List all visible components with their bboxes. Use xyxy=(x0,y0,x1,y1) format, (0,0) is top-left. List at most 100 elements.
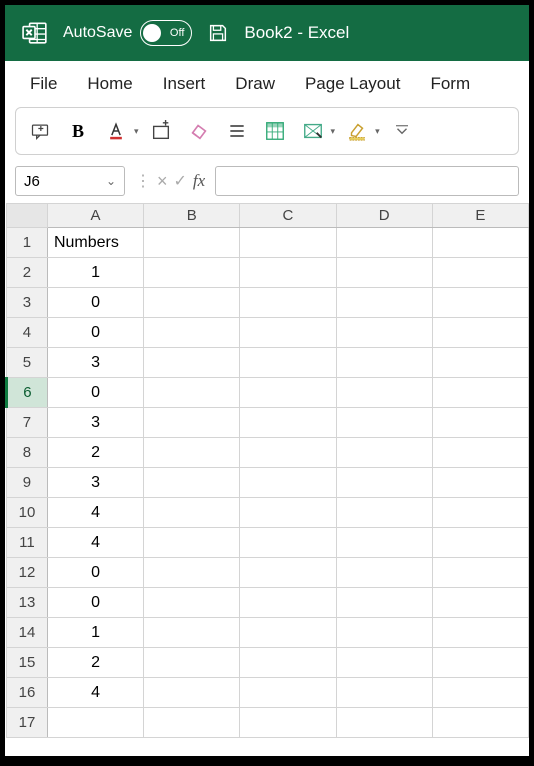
cell[interactable] xyxy=(432,288,528,318)
cell[interactable] xyxy=(240,648,336,678)
cell[interactable] xyxy=(432,348,528,378)
row-header[interactable]: 6 xyxy=(7,378,48,408)
col-header-d[interactable]: D xyxy=(336,204,432,228)
fx-label[interactable]: fx xyxy=(193,171,205,191)
autosave-toggle[interactable]: Off xyxy=(140,20,192,46)
cell[interactable]: 2 xyxy=(47,648,143,678)
cell[interactable] xyxy=(240,258,336,288)
autosave-toggle-group[interactable]: AutoSave Off xyxy=(63,20,192,46)
cell[interactable] xyxy=(336,378,432,408)
cell[interactable] xyxy=(336,318,432,348)
row-header[interactable]: 15 xyxy=(7,648,48,678)
cell[interactable] xyxy=(336,438,432,468)
cell[interactable] xyxy=(240,348,336,378)
select-all-corner[interactable] xyxy=(7,204,48,228)
cell[interactable] xyxy=(336,558,432,588)
cell[interactable]: 0 xyxy=(47,558,143,588)
cell[interactable] xyxy=(144,468,240,498)
cell[interactable] xyxy=(432,708,528,738)
cell[interactable] xyxy=(432,408,528,438)
cell[interactable] xyxy=(144,228,240,258)
row-header[interactable]: 5 xyxy=(7,348,48,378)
cell[interactable] xyxy=(432,588,528,618)
cell[interactable]: 0 xyxy=(47,288,143,318)
cell[interactable] xyxy=(240,588,336,618)
spreadsheet-grid[interactable]: A B C D E 1Numbers2130405360738293104114… xyxy=(5,203,529,756)
col-header-b[interactable]: B xyxy=(144,204,240,228)
menu-home[interactable]: Home xyxy=(72,64,147,104)
cell[interactable] xyxy=(336,618,432,648)
cell-style-button[interactable]: ▾ xyxy=(297,115,336,147)
cell[interactable] xyxy=(144,498,240,528)
formula-input[interactable] xyxy=(215,166,519,196)
cell[interactable]: 0 xyxy=(47,318,143,348)
cell[interactable] xyxy=(432,618,528,648)
cell[interactable] xyxy=(240,468,336,498)
cell[interactable]: 1 xyxy=(47,258,143,288)
cell[interactable] xyxy=(240,318,336,348)
col-header-a[interactable]: A xyxy=(47,204,143,228)
cell[interactable] xyxy=(336,498,432,528)
cell[interactable] xyxy=(240,228,336,258)
cell[interactable]: 0 xyxy=(47,588,143,618)
cell[interactable] xyxy=(144,678,240,708)
col-header-c[interactable]: C xyxy=(240,204,336,228)
cell[interactable] xyxy=(240,498,336,528)
cell[interactable] xyxy=(144,588,240,618)
row-header[interactable]: 11 xyxy=(7,528,48,558)
menu-draw[interactable]: Draw xyxy=(220,64,290,104)
row-header[interactable]: 2 xyxy=(7,258,48,288)
cell[interactable]: 4 xyxy=(47,678,143,708)
cell[interactable] xyxy=(144,558,240,588)
row-header[interactable]: 3 xyxy=(7,288,48,318)
cell[interactable]: 0 xyxy=(47,378,143,408)
cell[interactable] xyxy=(336,468,432,498)
cell[interactable] xyxy=(432,258,528,288)
cell[interactable] xyxy=(336,648,432,678)
chevron-down-icon[interactable]: ⌄ xyxy=(106,174,116,188)
cell[interactable] xyxy=(336,258,432,288)
cell[interactable] xyxy=(432,228,528,258)
row-header[interactable]: 10 xyxy=(7,498,48,528)
align-button[interactable] xyxy=(221,115,253,147)
cell[interactable] xyxy=(336,288,432,318)
row-header[interactable]: 13 xyxy=(7,588,48,618)
cancel-icon[interactable]: × xyxy=(157,171,168,192)
cell[interactable] xyxy=(144,708,240,738)
cell[interactable] xyxy=(432,558,528,588)
row-header[interactable]: 1 xyxy=(7,228,48,258)
bold-button[interactable]: B xyxy=(62,115,94,147)
cell[interactable]: 4 xyxy=(47,528,143,558)
cell[interactable]: 3 xyxy=(47,468,143,498)
cell[interactable] xyxy=(144,528,240,558)
cell[interactable] xyxy=(240,618,336,648)
insert-cell-button[interactable] xyxy=(145,115,177,147)
cell[interactable] xyxy=(144,288,240,318)
comment-button[interactable] xyxy=(24,115,56,147)
cell[interactable] xyxy=(432,498,528,528)
clear-format-button[interactable] xyxy=(183,115,215,147)
cell[interactable]: 1 xyxy=(47,618,143,648)
cell[interactable] xyxy=(432,678,528,708)
menu-insert[interactable]: Insert xyxy=(148,64,221,104)
cell[interactable] xyxy=(144,438,240,468)
cell[interactable]: Numbers xyxy=(47,228,143,258)
highlight-button[interactable]: ▾ xyxy=(341,115,380,147)
cell[interactable] xyxy=(144,318,240,348)
cell[interactable]: 2 xyxy=(47,438,143,468)
cell[interactable] xyxy=(432,378,528,408)
ribbon-overflow-button[interactable] xyxy=(386,115,418,147)
menu-formulas[interactable]: Form xyxy=(415,64,485,104)
cell[interactable] xyxy=(240,558,336,588)
enter-icon[interactable]: ✓ xyxy=(174,171,187,191)
name-box[interactable]: J6 ⌄ xyxy=(15,166,125,196)
cell[interactable] xyxy=(144,648,240,678)
cell[interactable] xyxy=(240,378,336,408)
row-header[interactable]: 7 xyxy=(7,408,48,438)
col-header-e[interactable]: E xyxy=(432,204,528,228)
row-header[interactable]: 8 xyxy=(7,438,48,468)
cell[interactable] xyxy=(336,588,432,618)
cell[interactable] xyxy=(144,258,240,288)
cell[interactable]: 3 xyxy=(47,408,143,438)
cell[interactable] xyxy=(240,678,336,708)
